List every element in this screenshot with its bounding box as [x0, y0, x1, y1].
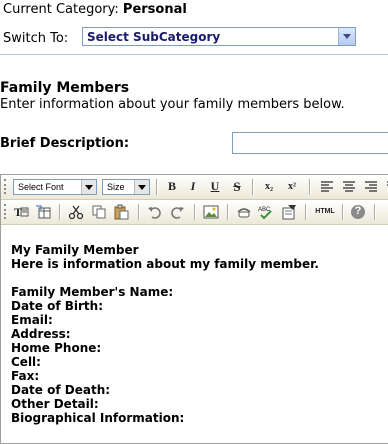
align-right-icon[interactable]: [363, 179, 379, 195]
paste-icon[interactable]: [113, 204, 129, 220]
redo-icon[interactable]: [169, 204, 185, 220]
content-field: Cell:: [11, 355, 41, 369]
current-category-label: Current Category:: [3, 2, 119, 17]
toolbar-grip-icon[interactable]: [4, 204, 8, 219]
toolbar-separator: [309, 179, 311, 195]
toolbar-grip-icon[interactable]: [4, 179, 8, 194]
size-select[interactable]: Size: [102, 179, 150, 195]
chevron-down-icon: [134, 180, 149, 194]
strikethrough-button[interactable]: S: [228, 178, 246, 195]
brief-description-label: Brief Description:: [0, 136, 130, 151]
cut-icon[interactable]: [68, 204, 84, 220]
content-heading: My Family Member: [11, 243, 139, 257]
content-field: Other Detail:: [11, 397, 99, 411]
copy-icon[interactable]: [91, 204, 107, 220]
rich-text-editor: Select Font Size B I U S x₂ x² T ABC HTM…: [0, 174, 388, 444]
bold-button[interactable]: B: [163, 178, 181, 195]
content-field: Address:: [11, 327, 71, 341]
editor-toolbar-formatting: Select Font Size B I U S x₂ x²: [1, 175, 388, 200]
align-left-icon[interactable]: [319, 179, 335, 195]
divider: [0, 54, 388, 55]
italic-button[interactable]: I: [184, 178, 202, 195]
special-character-icon[interactable]: [236, 204, 252, 220]
superscript-button[interactable]: x²: [283, 178, 301, 195]
help-button-label: ?: [354, 205, 362, 217]
toolbar-separator: [342, 204, 344, 220]
find-replace-icon[interactable]: [281, 204, 297, 220]
editor-toolbar-tools: T ABC HTML ?: [1, 200, 388, 225]
align-center-icon[interactable]: [341, 179, 357, 195]
undo-icon[interactable]: [147, 204, 163, 220]
toolbar-separator: [194, 204, 196, 220]
font-select-value: Select Font: [18, 182, 64, 192]
section-title: Family Members: [0, 80, 130, 96]
content-intro: Here is information about my family memb…: [11, 257, 319, 271]
editor-content[interactable]: My Family Member Here is information abo…: [11, 243, 388, 425]
toolbar-separator: [59, 204, 61, 220]
subcategory-select-value: Select SubCategory: [87, 30, 221, 44]
current-category-value: Personal: [122, 2, 187, 17]
brief-description-input[interactable]: [232, 132, 388, 154]
content-field: Email:: [11, 313, 53, 327]
toolbar-separator: [305, 204, 307, 220]
subcategory-select[interactable]: Select SubCategory: [82, 27, 356, 46]
toolbar-separator: [374, 204, 376, 220]
content-field: Biographical Information:: [11, 411, 185, 425]
toolbar-separator: [252, 179, 254, 195]
html-view-button[interactable]: HTML: [312, 203, 338, 220]
content-field: Home Phone:: [11, 341, 102, 355]
toolbar-separator: [138, 204, 140, 220]
size-select-value: Size: [107, 182, 125, 192]
table-icon[interactable]: [35, 204, 51, 220]
switch-to-label: Switch To:: [3, 31, 69, 46]
underline-button[interactable]: U: [206, 178, 224, 195]
chevron-down-icon: [81, 180, 96, 194]
chevron-down-icon[interactable]: [338, 28, 355, 45]
font-select[interactable]: Select Font: [13, 179, 97, 195]
spellcheck-icon[interactable]: ABC: [258, 204, 274, 220]
current-category: Current Category: Personal: [3, 2, 187, 17]
toolbar-separator: [227, 204, 229, 220]
section-description: Enter information about your family memb…: [0, 97, 345, 112]
content-field: Date of Birth:: [11, 299, 104, 313]
content-field: Fax:: [11, 369, 40, 383]
image-icon[interactable]: [203, 204, 219, 220]
text-box-icon[interactable]: T: [13, 204, 29, 220]
subscript-button[interactable]: x₂: [260, 178, 278, 195]
content-field: Date of Death:: [11, 383, 111, 397]
content-field: Family Member's Name:: [11, 285, 174, 299]
toolbar-separator: [156, 179, 158, 195]
